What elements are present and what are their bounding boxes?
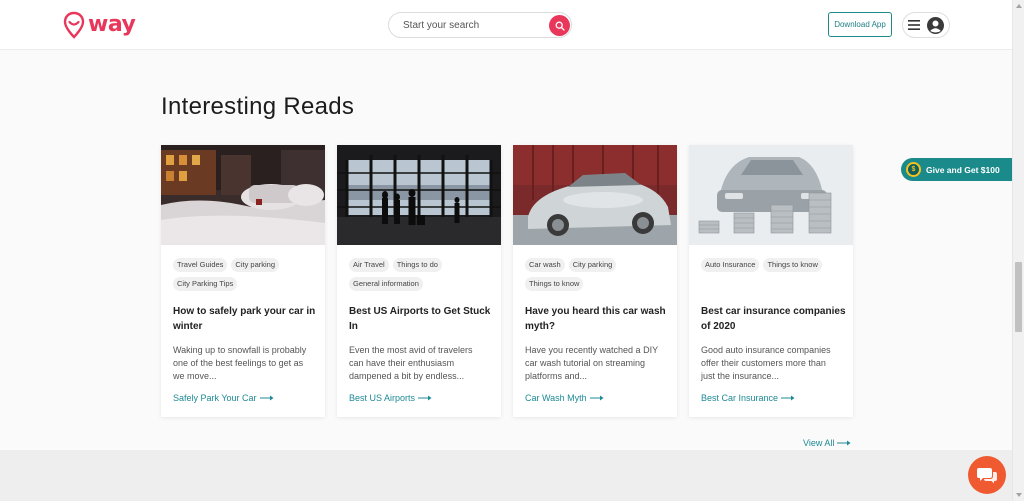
tag-list: Car wash City parking Things to know: [525, 258, 671, 291]
article-card-winter-parking[interactable]: Travel Guides City parking City Parking …: [161, 145, 325, 417]
foam-covered-car-image: [513, 145, 677, 245]
tag[interactable]: Things to know: [763, 258, 822, 272]
tag[interactable]: Air Travel: [349, 258, 389, 272]
card-read-link[interactable]: Car Wash Myth: [525, 393, 604, 403]
card-excerpt: Waking up to snowfall is probably one of…: [173, 345, 307, 381]
article-card-car-wash[interactable]: Car wash City parking Things to know Hav…: [513, 145, 677, 417]
card-link-label: Car Wash Myth: [525, 393, 587, 403]
tag[interactable]: Auto Insurance: [701, 258, 760, 272]
chat-bubble-icon: [977, 468, 997, 484]
tag[interactable]: City parking: [568, 258, 617, 272]
card-title[interactable]: How to safely park your car in winter: [173, 304, 319, 334]
top-header: way Download App: [0, 0, 1012, 50]
card-read-link[interactable]: Best Car Insurance: [701, 393, 795, 403]
tag[interactable]: City Parking Tips: [173, 277, 238, 291]
user-menu-button[interactable]: [902, 12, 950, 38]
hamburger-menu-icon: [908, 20, 920, 30]
card-excerpt: Even the most avid of travelers can have…: [349, 345, 473, 381]
tag[interactable]: Things to know: [525, 277, 584, 291]
scrollbar-thumb[interactable]: [1015, 262, 1022, 332]
search-bar[interactable]: [388, 12, 572, 38]
footer-band: [0, 450, 1012, 501]
chat-button[interactable]: [968, 456, 1006, 494]
arrow-right-icon: [837, 440, 851, 446]
tag[interactable]: City parking: [231, 258, 280, 272]
location-pin-icon: [63, 11, 85, 39]
airport-terminal-image: [337, 145, 501, 245]
way-logo[interactable]: way: [63, 11, 136, 39]
section-title: Interesting Reads: [161, 93, 355, 120]
page-scrollbar[interactable]: [1012, 0, 1024, 501]
give-and-get-promo[interactable]: $ Give and Get $100: [901, 158, 1012, 181]
card-read-link[interactable]: Safely Park Your Car: [173, 393, 274, 403]
view-all-link[interactable]: View All: [803, 438, 851, 448]
card-excerpt: Good auto insurance companies offer thei…: [701, 345, 831, 381]
card-link-label: Best Car Insurance: [701, 393, 779, 403]
view-all-label: View All: [803, 438, 835, 448]
tag-list: Auto Insurance Things to know: [701, 258, 847, 272]
coin-icon: $: [906, 162, 921, 177]
scroll-up-arrow-icon[interactable]: [1016, 4, 1022, 8]
article-card-airports[interactable]: Air Travel Things to do General informat…: [337, 145, 501, 417]
user-avatar-icon: [927, 16, 944, 34]
card-link-label: Best US Airports: [349, 393, 416, 403]
article-card-car-insurance[interactable]: Auto Insurance Things to know Best car i…: [689, 145, 853, 417]
search-button[interactable]: [549, 15, 570, 36]
tag-list: Travel Guides City parking City Parking …: [173, 258, 319, 291]
arrow-right-icon: [418, 395, 432, 401]
snowy-street-image: [161, 145, 325, 245]
give-and-get-label: Give and Get $100: [926, 164, 1000, 175]
arrow-right-icon: [589, 395, 604, 401]
download-app-button[interactable]: Download App: [828, 12, 892, 37]
tag[interactable]: General information: [349, 277, 423, 291]
card-excerpt: Have you recently watched a DIY car wash…: [525, 345, 658, 381]
tag[interactable]: Things to do: [392, 258, 442, 272]
scroll-down-arrow-icon[interactable]: [1016, 493, 1022, 497]
tag[interactable]: Car wash: [525, 258, 565, 272]
tag-list: Air Travel Things to do General informat…: [349, 258, 495, 291]
search-input[interactable]: [403, 13, 543, 37]
card-title[interactable]: Best US Airports to Get Stuck In: [349, 304, 495, 334]
card-title[interactable]: Have you heard this car wash myth?: [525, 304, 671, 334]
card-read-link[interactable]: Best US Airports: [349, 393, 432, 403]
logo-text: way: [88, 12, 136, 37]
search-icon: [555, 21, 565, 31]
car-and-coins-image: [689, 145, 853, 245]
card-link-label: Safely Park Your Car: [173, 393, 257, 403]
tag[interactable]: Travel Guides: [173, 258, 228, 272]
arrow-right-icon: [781, 395, 795, 401]
card-title[interactable]: Best car insurance companies of 2020: [701, 304, 847, 334]
arrow-right-icon: [259, 395, 274, 401]
